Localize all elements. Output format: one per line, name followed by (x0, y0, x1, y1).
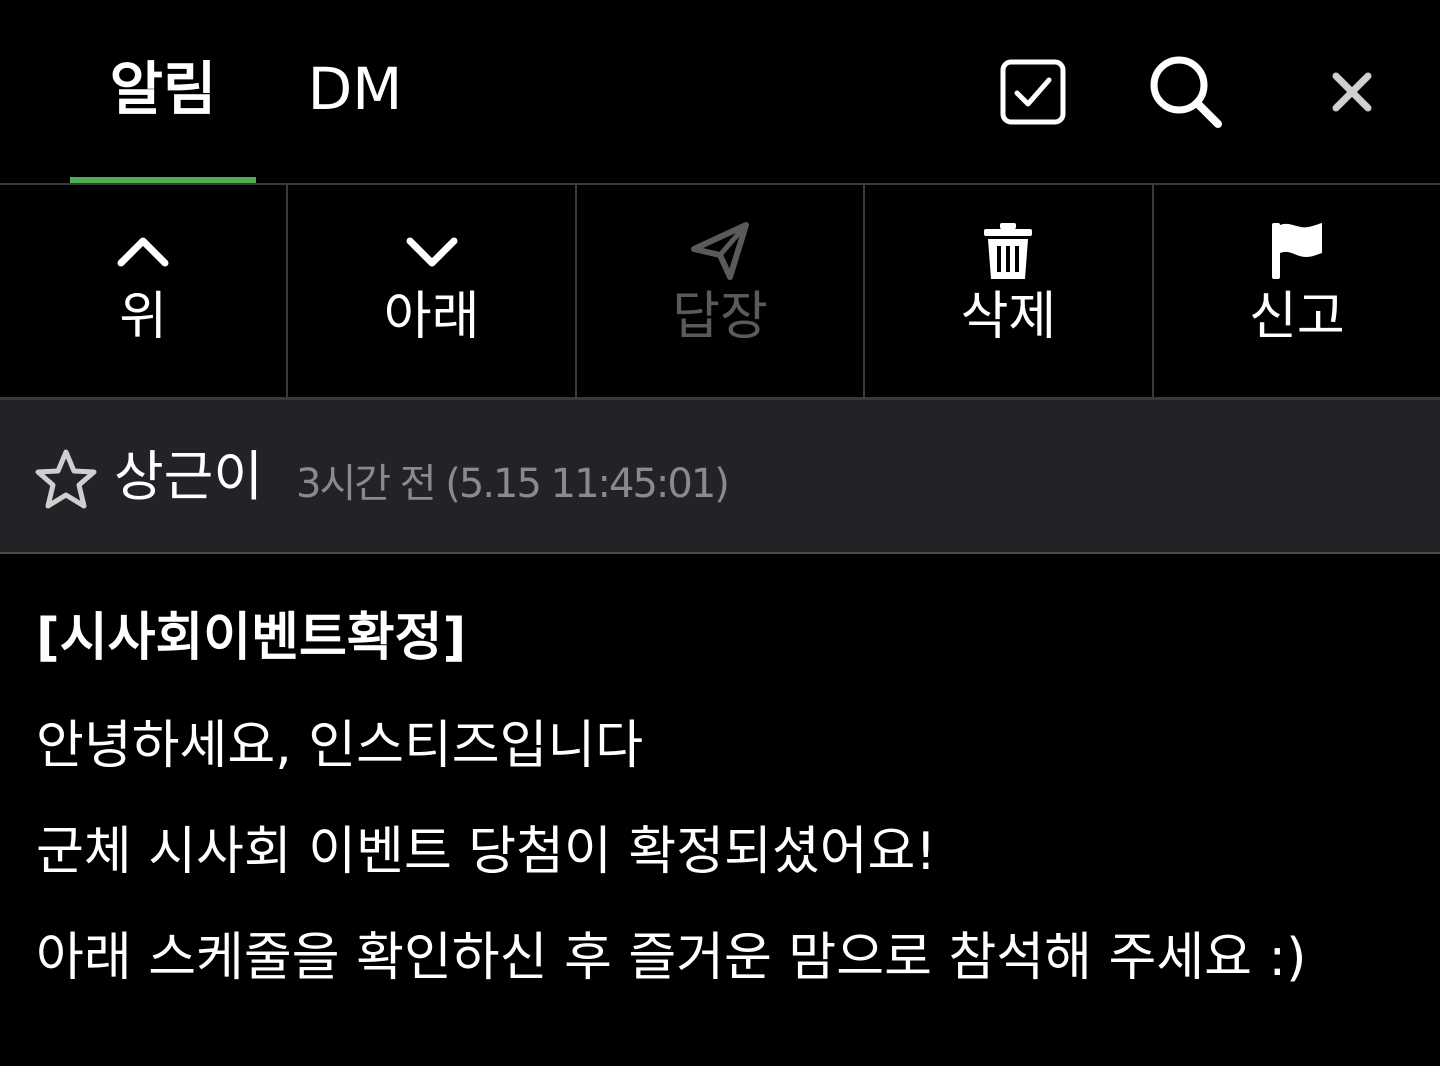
message-line: 군체 시사회 이벤트 당첨이 확정되셨어요! (36, 822, 937, 882)
chevron-down-icon (400, 219, 464, 283)
star-icon[interactable] (34, 448, 98, 512)
close-icon[interactable] (1312, 52, 1392, 132)
delete-button[interactable]: 삭제 (865, 185, 1154, 397)
up-button[interactable]: 위 (0, 185, 289, 397)
search-icon[interactable] (1146, 52, 1226, 132)
active-tab-indicator (70, 177, 256, 183)
reply-button-label: 답장 (672, 287, 768, 347)
delete-button-label: 삭제 (960, 287, 1057, 347)
tab-notifications-label: 알림 (109, 54, 217, 123)
message-line: 아래 스케줄을 확인하신 후 즐거운 맘으로 참석해 주세요 :) (36, 928, 1307, 988)
trash-icon (976, 219, 1040, 283)
header: 알림 DM (0, 0, 1440, 185)
message-timestamp: 3시간 전 (5.15 11:45:01) (296, 461, 730, 507)
tab-dm[interactable]: DM (280, 0, 430, 183)
tab-notifications[interactable]: 알림 (70, 0, 256, 183)
message-action-toolbar: 위 아래 답장 삭제 신고 (0, 185, 1440, 400)
message-line: 안녕하세요, 인스티즈입니다 (36, 716, 644, 776)
send-icon (688, 219, 752, 283)
down-button-label: 아래 (383, 287, 480, 347)
down-button[interactable]: 아래 (288, 185, 577, 397)
tab-dm-label: DM (307, 54, 403, 123)
up-button-label: 위 (119, 287, 168, 347)
checkbox-icon[interactable] (993, 52, 1073, 132)
flag-icon (1265, 219, 1329, 283)
sender-name[interactable]: 상근이 (114, 450, 263, 504)
chevron-up-icon (111, 219, 175, 283)
message-sender-bar: 상근이 3시간 전 (5.15 11:45:01) (0, 400, 1440, 554)
report-button-label: 신고 (1248, 287, 1345, 347)
message-title: [시사회이벤트확정] (36, 608, 467, 668)
reply-button[interactable]: 답장 (577, 185, 866, 397)
report-button[interactable]: 신고 (1154, 185, 1440, 397)
